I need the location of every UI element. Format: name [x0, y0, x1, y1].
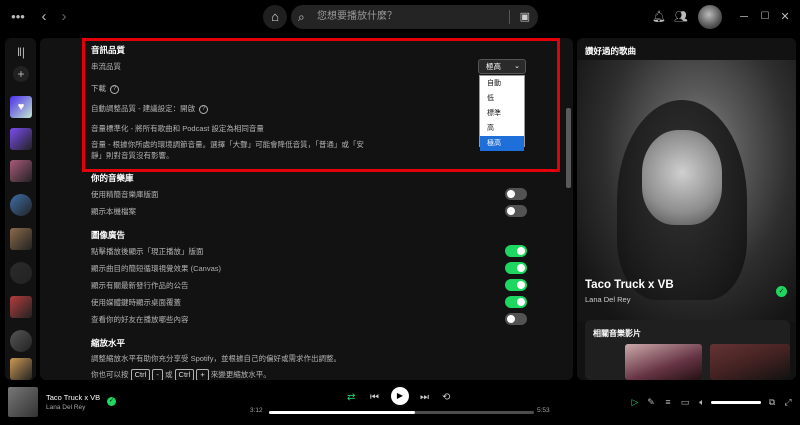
library-item-thumb[interactable]: [10, 228, 32, 250]
connect-device-icon[interactable]: ▭: [680, 397, 690, 407]
play-icon: ▶︎: [396, 391, 404, 400]
player-song-title[interactable]: Taco Truck x VB: [46, 393, 100, 402]
friends-icon[interactable]: 👥︎: [673, 9, 689, 25]
queue-icon[interactable]: ≡: [663, 397, 673, 407]
related-videos-card: 相關音樂影片: [585, 320, 790, 380]
local-files-label: 顯示本機檔案: [91, 207, 136, 216]
repeat-icon[interactable]: ⟲: [442, 392, 450, 404]
zoom-hint-suffix: 來變更縮放水平。: [210, 370, 271, 379]
minimize-button[interactable]: ─: [736, 9, 752, 25]
announcements-label: 顯示有關最新發行作品的公告: [91, 281, 189, 290]
shuffle-icon[interactable]: ⇄: [347, 392, 355, 404]
artist-photo-face: [642, 130, 722, 225]
fullscreen-icon[interactable]: ⤢: [783, 397, 793, 407]
next-icon[interactable]: ⏭︎: [420, 392, 429, 404]
zoom-description: 調整縮放水平有助你充分享受 Spotify，並根據自己的偏好或需求作出調整。: [91, 354, 342, 363]
miniplayer-icon[interactable]: ⧉: [767, 397, 777, 407]
volume-slider[interactable]: [711, 401, 761, 404]
library-icon[interactable]: ‖|: [13, 44, 29, 60]
duration-time: 5:53: [537, 407, 550, 414]
volume-icon[interactable]: 🔈︎: [697, 397, 707, 407]
audio-quality-highlight-box: [82, 38, 560, 172]
player-bar: Taco Truck x VB Lana Del Rey ✓ ⇄ ⏮︎ ▶︎ ⏭…: [0, 384, 800, 425]
canvas-toggle[interactable]: [505, 262, 527, 274]
library-item-thumb[interactable]: [10, 128, 32, 150]
plus-icon[interactable]: +: [13, 66, 29, 82]
library-item-thumb[interactable]: [10, 194, 32, 216]
library-sidebar: ‖| + ♥: [5, 38, 36, 380]
player-song-artist[interactable]: Lana Del Rey: [46, 404, 85, 411]
search-input[interactable]: ⌕ 您想要播放什麼？ ▣: [291, 5, 538, 29]
library-item-thumb[interactable]: [10, 160, 32, 182]
home-button[interactable]: ⌂: [263, 5, 287, 29]
video-thumb[interactable]: [625, 344, 702, 380]
top-bar: ••• ‹ › ⌂ ⌕ 您想要播放什麼？ ▣ 🔔︎ 👥︎ ─ ☐ ✕: [0, 0, 800, 34]
close-button[interactable]: ✕: [777, 9, 793, 25]
now-playing-view-icon[interactable]: ▷: [630, 397, 640, 407]
playlist-title[interactable]: 讚好過的歌曲: [585, 45, 636, 57]
canvas-label: 顯示曲目的簡短循環視覺效果 (Canvas): [91, 264, 222, 273]
display-heading: 圖像廣告: [91, 230, 126, 240]
zoom-hint-prefix: 你也可以按: [91, 370, 129, 379]
main-scrollbar[interactable]: [566, 108, 571, 188]
search-icon: ⌕: [298, 10, 305, 24]
friends-activity-toggle[interactable]: [505, 313, 527, 325]
previous-icon[interactable]: ⏮︎: [370, 392, 379, 404]
avatar[interactable]: [698, 5, 722, 29]
song-artist[interactable]: Lana Del Rey: [585, 295, 630, 304]
key-ctrl: Ctrl: [130, 369, 151, 380]
compact-library-label: 使用精簡音樂庫版面: [91, 190, 159, 199]
now-playing-label: 點擊播放後顯示「現正播放」版面: [91, 247, 204, 256]
friends-activity-label: 查看你的好友在播放哪些內容: [91, 315, 189, 324]
local-files-toggle[interactable]: [505, 205, 527, 217]
bell-icon[interactable]: 🔔︎: [651, 9, 667, 25]
zoom-heading: 縮放水平: [91, 338, 126, 348]
key-ctrl: Ctrl: [174, 369, 195, 380]
elapsed-time: 3:12: [250, 407, 263, 414]
now-playing-toggle[interactable]: [505, 245, 527, 257]
library-item-thumb[interactable]: [10, 262, 32, 284]
liked-check-icon[interactable]: ✓: [776, 286, 787, 297]
library-item-thumb[interactable]: [10, 330, 32, 352]
liked-check-icon[interactable]: ✓: [107, 397, 116, 406]
volume-fill: [711, 401, 761, 404]
now-playing-view: 讚好過的歌曲 Taco Truck x VB Lana Del Rey ✓ 相關…: [577, 38, 796, 380]
more-icon[interactable]: •••: [10, 9, 26, 25]
desktop-overlay-label: 使用媒體鍵時顯示桌面覆蓋: [91, 298, 181, 307]
video-thumb[interactable]: [710, 344, 790, 380]
lyrics-icon[interactable]: ✎: [646, 397, 656, 407]
desktop-overlay-toggle[interactable]: [505, 296, 527, 308]
compact-library-toggle[interactable]: [505, 188, 527, 200]
zoom-hint: 你也可以按 Ctrl - 或 Ctrl + 來變更縮放水平。: [91, 369, 271, 380]
back-icon[interactable]: ‹: [36, 9, 52, 25]
forward-icon[interactable]: ›: [56, 9, 72, 25]
song-title[interactable]: Taco Truck x VB: [585, 279, 674, 291]
announcements-toggle[interactable]: [505, 279, 527, 291]
liked-songs-thumb[interactable]: ♥: [10, 96, 32, 118]
browse-icon[interactable]: ▣: [520, 5, 530, 29]
progress-bar[interactable]: [269, 411, 534, 414]
maximize-button[interactable]: ☐: [757, 9, 773, 25]
zoom-hint-or: 或: [164, 370, 173, 379]
related-videos-heading: 相關音樂影片: [593, 329, 641, 338]
play-button[interactable]: ▶︎: [391, 387, 409, 405]
library-item-thumb[interactable]: [10, 358, 32, 380]
progress-fill: [269, 411, 415, 414]
key-minus: -: [152, 369, 163, 380]
library-heading: 你的音樂庫: [91, 173, 134, 183]
key-plus: +: [196, 369, 209, 380]
now-playing-cover[interactable]: [8, 387, 38, 417]
library-item-thumb[interactable]: [10, 296, 32, 318]
search-placeholder: 您想要播放什麼？: [317, 11, 397, 22]
search-divider: [509, 10, 510, 24]
home-icon: ⌂: [271, 9, 279, 24]
